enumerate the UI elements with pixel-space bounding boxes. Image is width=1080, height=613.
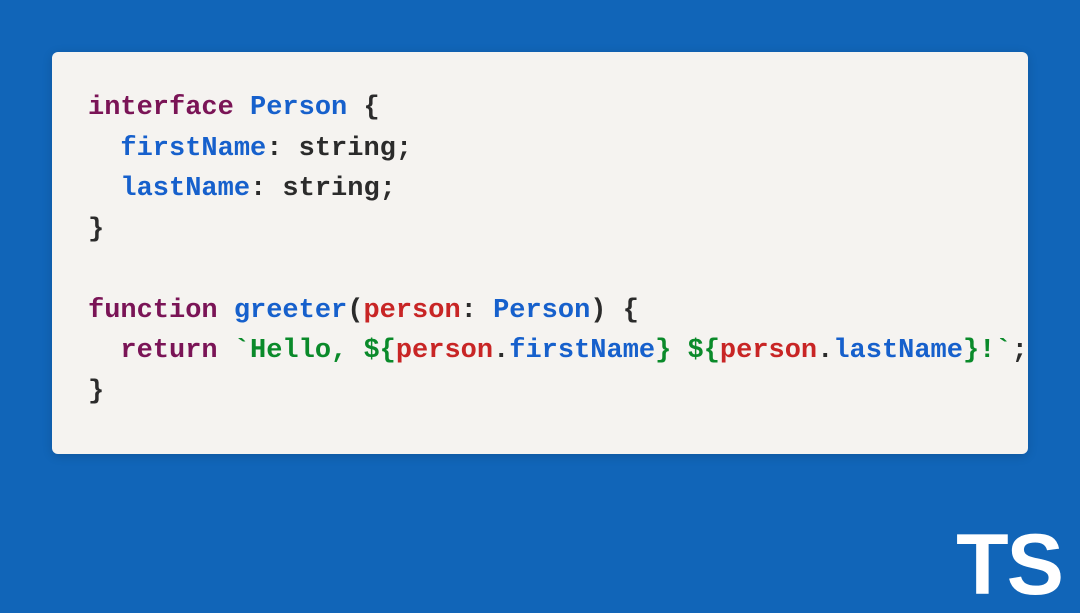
param-person: person bbox=[363, 296, 460, 326]
code-line-3: lastName: string; bbox=[88, 169, 992, 210]
str-hello: Hello, bbox=[250, 336, 363, 366]
keyword-return: return bbox=[120, 336, 217, 366]
prop-lastname: lastName bbox=[120, 174, 250, 204]
type-person: Person bbox=[250, 93, 347, 123]
member-lastname: lastName bbox=[833, 336, 963, 366]
code-line-5 bbox=[88, 250, 992, 291]
type-person-2: Person bbox=[493, 296, 590, 326]
prop-firstname: firstName bbox=[120, 134, 266, 164]
code-line-8: } bbox=[88, 372, 992, 413]
code-line-7: return `Hello, ${person.firstName} ${per… bbox=[88, 331, 992, 372]
code-line-4: } bbox=[88, 210, 992, 251]
keyword-interface: interface bbox=[88, 93, 234, 123]
tmpl-obj-2: person bbox=[720, 336, 817, 366]
code-line-1: interface Person { bbox=[88, 88, 992, 129]
code-line-2: firstName: string; bbox=[88, 129, 992, 170]
keyword-function: function bbox=[88, 296, 218, 326]
member-firstname: firstName bbox=[509, 336, 655, 366]
code-line-6: function greeter(person: Person) { bbox=[88, 291, 992, 332]
fn-greeter: greeter bbox=[234, 296, 347, 326]
code-panel: interface Person { firstName: string; la… bbox=[52, 52, 1028, 454]
typescript-logo: TS bbox=[956, 522, 1062, 608]
tmpl-obj-1: person bbox=[396, 336, 493, 366]
